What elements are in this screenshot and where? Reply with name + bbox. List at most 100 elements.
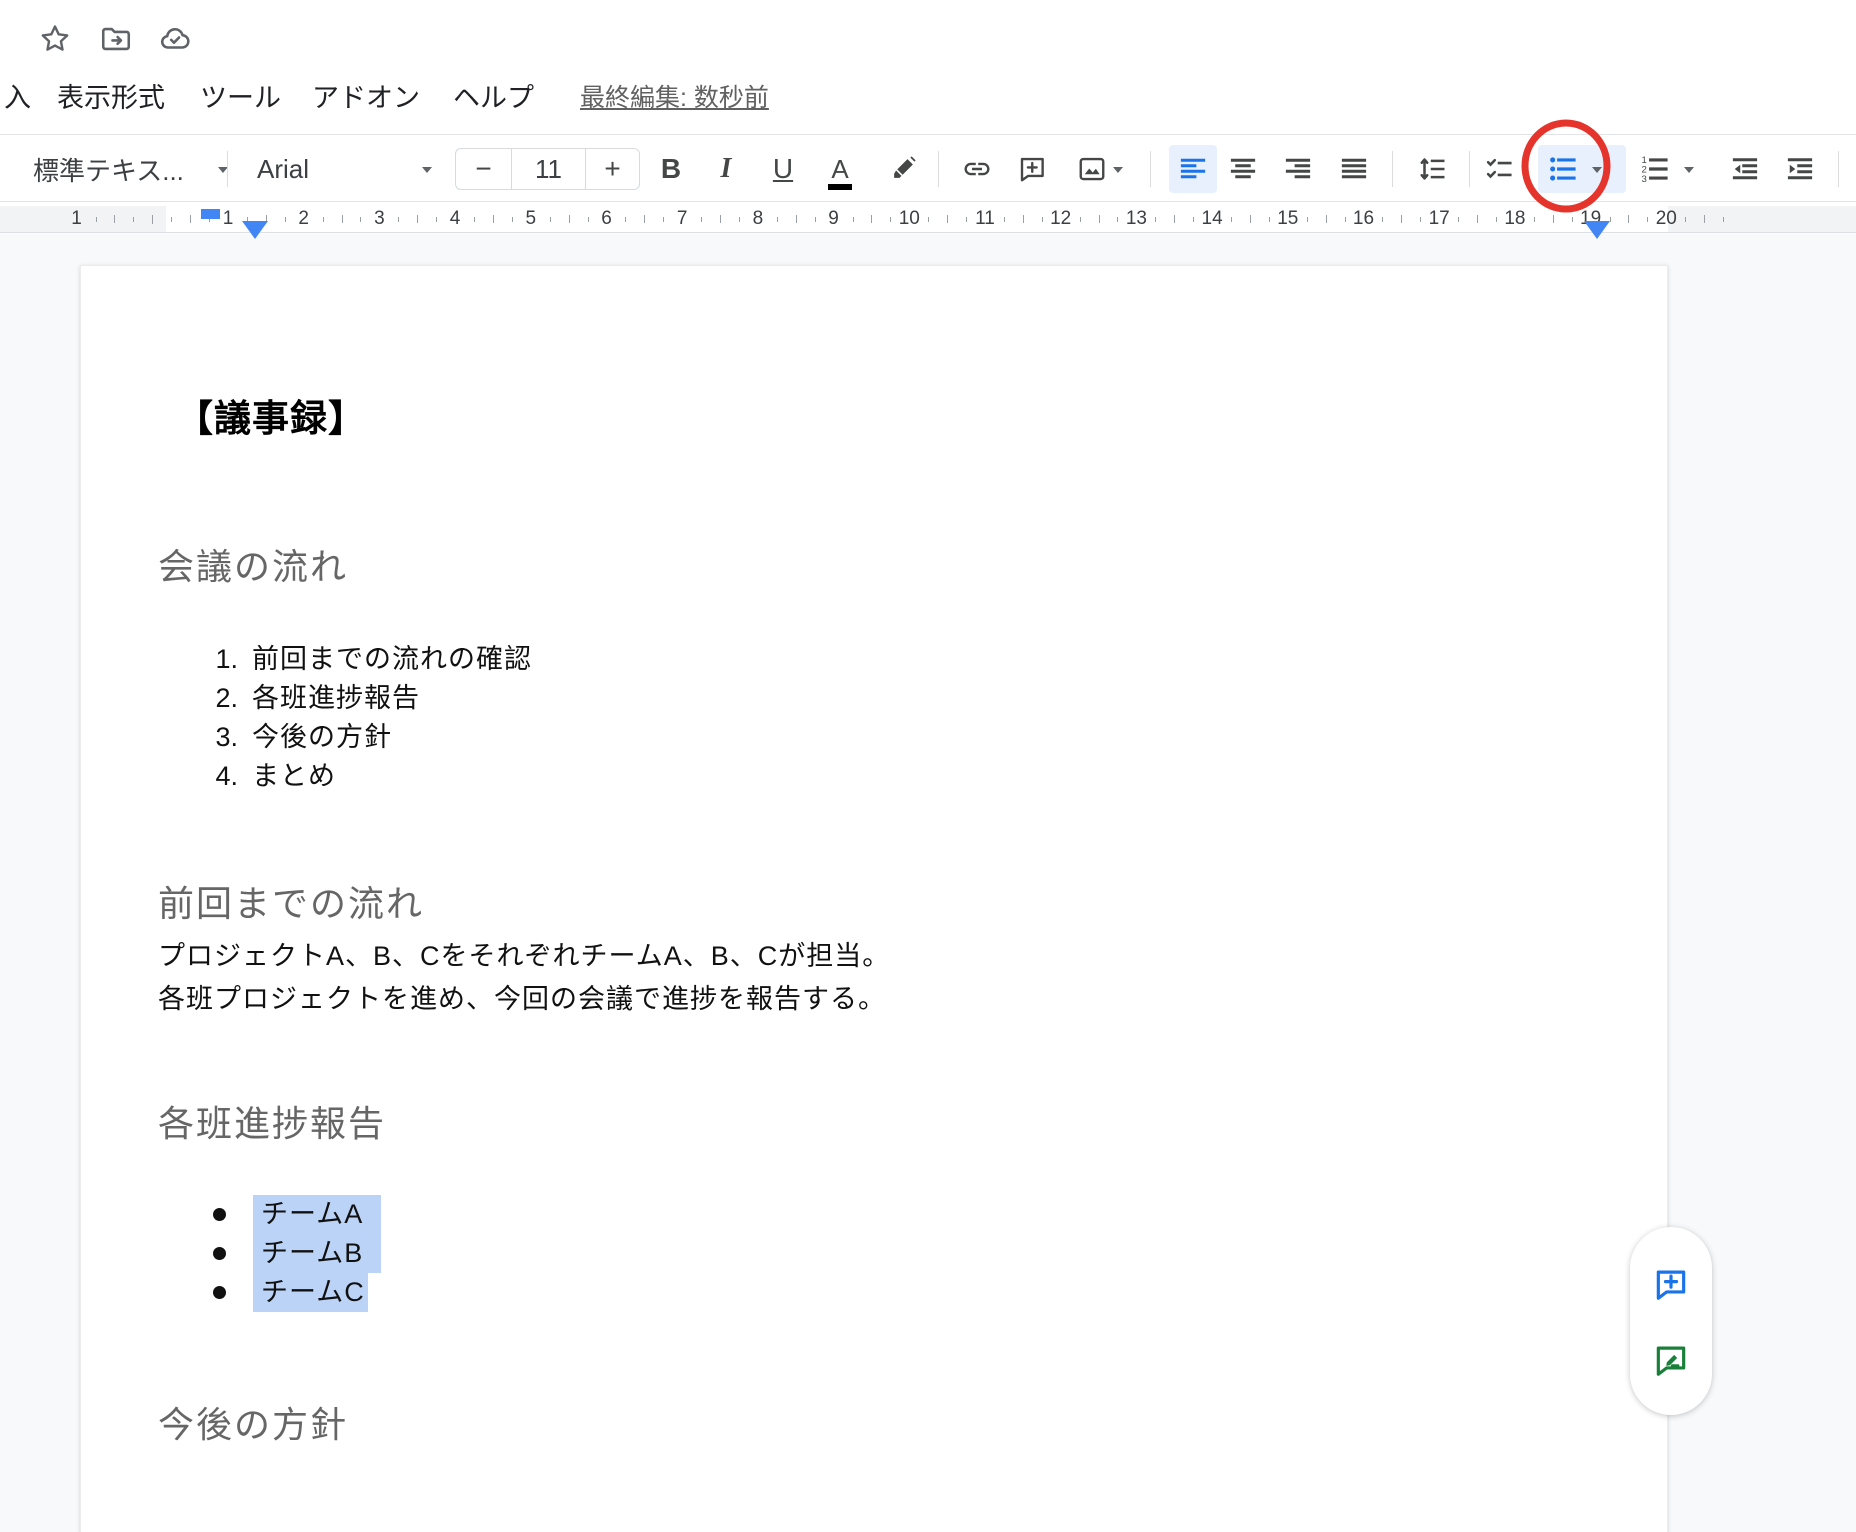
heading-progress[interactable]: 各班進捗報告 — [158, 1095, 386, 1147]
paragraph-style-dropdown[interactable]: 標準テキス... — [25, 145, 215, 193]
ruler-tick — [1269, 217, 1270, 222]
insert-image-button[interactable] — [1060, 145, 1140, 193]
list-text[interactable]: 今後の方針 — [252, 718, 392, 757]
bullet-icon — [213, 1286, 226, 1299]
line-spacing-button[interactable] — [1408, 145, 1456, 193]
agenda-list[interactable]: 1. 前回までの流れの確認 2. 各班進捗報告 3. 今後の方針 4. まとめ — [81, 640, 1667, 796]
ruler-tick — [871, 215, 872, 223]
increase-font-size-button[interactable]: + — [586, 149, 639, 189]
ruler-tick — [777, 217, 778, 222]
list-number: 1. — [206, 640, 238, 679]
menu-help[interactable]: ヘルプ — [453, 76, 534, 120]
list-item[interactable]: チームC — [81, 1273, 1667, 1312]
ruler-label: 9 — [828, 208, 839, 230]
ruler-label: 17 — [1429, 208, 1450, 230]
bullet-list-button[interactable] — [1538, 145, 1626, 193]
add-comment-button[interactable] — [1008, 145, 1056, 193]
toolbar-divider — [938, 151, 939, 187]
left-indent-marker[interactable] — [242, 221, 268, 239]
align-center-button[interactable] — [1219, 145, 1267, 193]
move-to-folder-icon[interactable] — [98, 21, 134, 57]
list-text[interactable]: チームA — [261, 1195, 363, 1234]
ruler-label: 16 — [1353, 208, 1374, 230]
decrease-indent-button[interactable] — [1721, 145, 1769, 193]
list-number: 3. — [206, 718, 238, 757]
indent-icon — [1785, 154, 1815, 184]
chevron-down-icon — [1592, 167, 1602, 178]
right-indent-marker[interactable] — [1584, 221, 1610, 239]
list-item[interactable]: 1. 前回までの流れの確認 — [81, 640, 1667, 679]
list-item[interactable]: 4. まとめ — [81, 757, 1667, 796]
underline-button[interactable]: U — [759, 145, 807, 193]
last-edit-link[interactable]: 最終編集: 数秒前 — [580, 76, 769, 120]
ruler-tick — [1723, 217, 1724, 222]
ruler-tick — [152, 215, 153, 224]
justify-button[interactable] — [1330, 145, 1378, 193]
list-item[interactable]: 3. 今後の方針 — [81, 718, 1667, 757]
increase-indent-button[interactable] — [1776, 145, 1824, 193]
ruler-tick — [928, 217, 929, 222]
insert-link-button[interactable] — [953, 145, 1001, 193]
comment-plus-icon — [1017, 154, 1047, 184]
heading-previous[interactable]: 前回までの流れ — [158, 875, 424, 927]
menu-tools[interactable]: ツール — [200, 76, 281, 120]
document-page[interactable]: 【議事録】 会議の流れ 1. 前回までの流れの確認 2. 各班進捗報告 3. 今… — [80, 265, 1668, 1532]
heading-policy[interactable]: 今後の方針 — [158, 1396, 348, 1448]
ruler-tick — [360, 217, 361, 222]
text-color-button[interactable]: A — [816, 145, 864, 193]
list-item[interactable]: 2. 各班進捗報告 — [81, 679, 1667, 718]
align-right-icon — [1283, 154, 1313, 184]
team-bullet-list[interactable]: チームA チームB チームC — [81, 1195, 1667, 1312]
list-text[interactable]: チームC — [261, 1273, 365, 1312]
ruler-tick — [1628, 215, 1629, 223]
ruler-tick — [1553, 215, 1554, 223]
ruler-tick — [1250, 215, 1251, 223]
toolbar-divider — [1838, 151, 1839, 187]
numbered-list-button[interactable]: 1 2 3 — [1630, 145, 1718, 193]
svg-text:3: 3 — [1641, 174, 1646, 185]
paragraph-style-value: 標準テキス... — [33, 151, 184, 188]
ruler-label: 6 — [601, 208, 612, 230]
italic-button[interactable]: I — [702, 145, 750, 193]
ruler-tick — [1080, 217, 1081, 222]
plus-icon: + — [604, 153, 620, 185]
italic-icon: I — [721, 153, 732, 185]
add-comment-fab[interactable] — [1652, 1265, 1690, 1303]
highlight-color-button[interactable] — [879, 145, 927, 193]
ruler-tick — [739, 217, 740, 222]
heading-agenda[interactable]: 会議の流れ — [158, 538, 348, 590]
ruler-tick — [114, 215, 115, 223]
align-left-button[interactable] — [1169, 145, 1217, 193]
ruler-tick — [171, 217, 172, 222]
cloud-saved-icon[interactable] — [157, 21, 193, 57]
menu-insert-cut[interactable]: 入 — [4, 76, 31, 120]
paragraph[interactable]: プロジェクトA、B、CをそれぞれチームA、B、Cが担当。 — [158, 934, 890, 973]
font-size-group: − 11 + — [455, 148, 640, 190]
ruler-tick — [512, 217, 513, 222]
ruler-label: 4 — [450, 208, 461, 230]
list-text[interactable]: 各班進捗報告 — [252, 679, 420, 718]
align-right-button[interactable] — [1274, 145, 1322, 193]
list-item[interactable]: チームB — [81, 1234, 1667, 1273]
menu-format[interactable]: 表示形式 — [57, 76, 165, 120]
list-text[interactable]: チームB — [261, 1234, 363, 1273]
list-item[interactable]: チームA — [81, 1195, 1667, 1234]
paragraph[interactable]: 各班プロジェクトを進め、今回の会議で進捗を報告する。 — [158, 977, 886, 1016]
ruler-tick — [285, 217, 286, 222]
checklist-button[interactable] — [1475, 145, 1523, 193]
list-text[interactable]: 前回までの流れの確認 — [252, 640, 532, 679]
font-dropdown[interactable]: Arial — [240, 145, 445, 193]
first-line-indent-marker[interactable] — [201, 209, 220, 219]
decrease-font-size-button[interactable]: − — [456, 149, 511, 189]
suggest-edits-fab[interactable] — [1652, 1341, 1690, 1379]
font-size-input[interactable]: 11 — [511, 149, 586, 189]
star-icon[interactable] — [37, 21, 73, 57]
ruler-tick — [323, 217, 324, 222]
list-text[interactable]: まとめ — [252, 757, 336, 796]
ruler-tick — [474, 217, 475, 222]
doc-title[interactable]: 【議事録】 — [176, 388, 366, 442]
bold-button[interactable]: B — [647, 145, 695, 193]
menu-addons[interactable]: アドオン — [312, 76, 420, 120]
ruler-label: 1 — [71, 208, 82, 230]
link-icon — [962, 154, 992, 184]
